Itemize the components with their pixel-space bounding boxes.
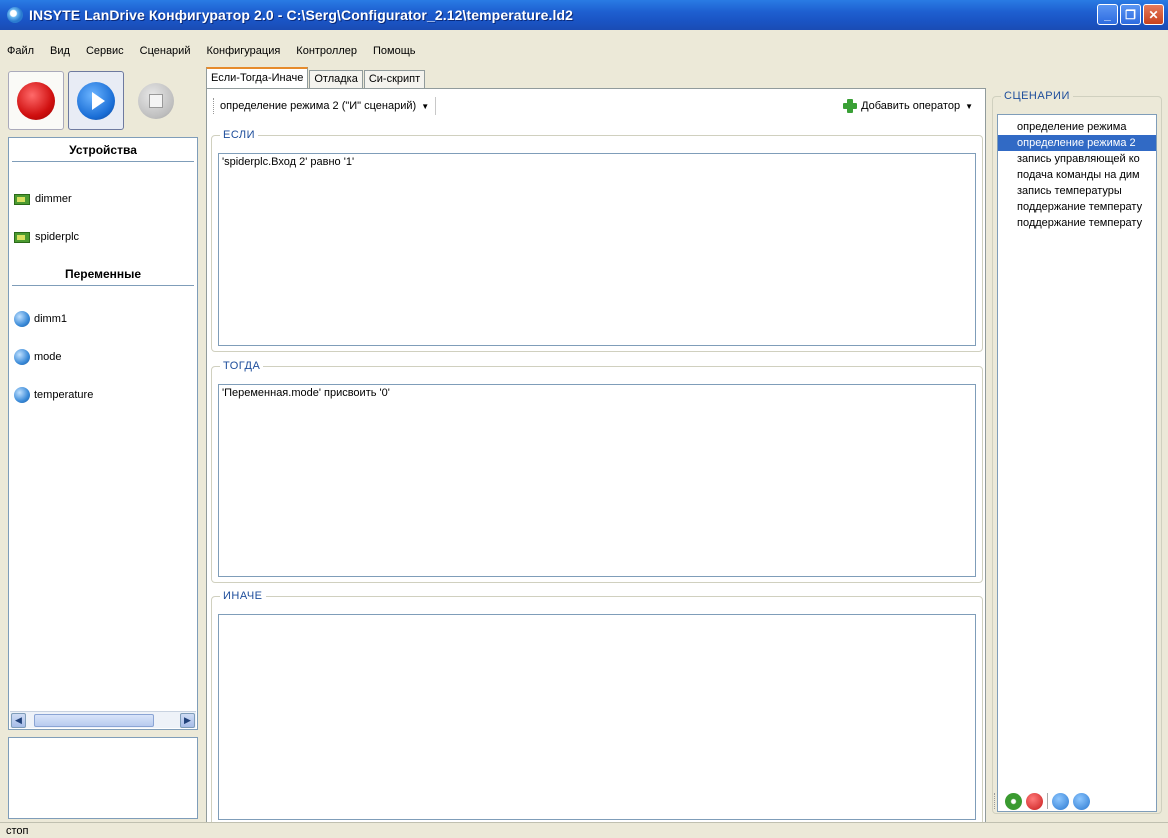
menu-bar: Файл Вид Сервис Сценарий Конфигурация Ко… (0, 41, 432, 61)
tab-c-script[interactable]: Си-скрипт (363, 70, 426, 88)
run-controls (8, 71, 184, 130)
editor-toolbar: определение режима 2 ("И" сценарий) ▼ До… (213, 93, 979, 119)
device-label: spiderplc (35, 231, 80, 243)
menu-file[interactable]: Файл (7, 45, 34, 57)
scenario-item[interactable]: поддержание температу (998, 215, 1156, 231)
scenarios-list: определение режима определение режима 2 … (997, 114, 1157, 812)
then-legend: ТОГДА (223, 360, 261, 372)
variable-label: mode (34, 351, 62, 363)
delete-scenario-icon[interactable] (1026, 792, 1043, 810)
menu-help[interactable]: Помощь (373, 45, 416, 57)
status-text: стоп (6, 825, 29, 837)
editor-panel: определение режима 2 ("И" сценарий) ▼ До… (206, 88, 986, 830)
then-group: ТОГДА 'Переменная.mode' присвоить '0' (211, 360, 983, 583)
add-icon (842, 98, 858, 114)
chevron-down-icon: ▼ (965, 101, 973, 111)
horizontal-scrollbar[interactable]: ◀ ▶ (10, 711, 196, 728)
move-up-icon[interactable] (1052, 792, 1069, 810)
device-icon (14, 231, 30, 243)
else-legend: ИНАЧЕ (223, 590, 263, 602)
menu-scenario[interactable]: Сценарий (140, 45, 191, 57)
variables-title: Переменные (12, 262, 194, 286)
add-operator-button[interactable]: Добавить оператор ▼ (842, 98, 973, 114)
toolbar-grip (213, 98, 215, 114)
toolbar-separator (435, 97, 437, 115)
window-title: INSYTE LanDrive Конфигуратор 2.0 - C:\Se… (29, 7, 574, 23)
menu-controller[interactable]: Контроллер (296, 45, 357, 57)
play-button[interactable] (68, 71, 124, 130)
scenario-item[interactable]: запись управляющей ко (998, 151, 1156, 167)
device-item[interactable]: dimmer (9, 180, 197, 218)
variable-item[interactable]: dimm1 (9, 300, 197, 338)
if-condition-text[interactable]: 'spiderplc.Вход 2' равно '1' (222, 156, 354, 168)
move-down-icon[interactable] (1073, 792, 1090, 810)
minimize-button[interactable]: _ (1097, 4, 1118, 25)
if-condition-box[interactable]: 'spiderplc.Вход 2' равно '1' (218, 153, 976, 346)
scenario-item-selected[interactable]: определение режима 2 (998, 135, 1156, 151)
variable-label: temperature (34, 389, 94, 401)
scenarios-legend: СЦЕНАРИИ (1004, 90, 1070, 102)
properties-box (8, 737, 198, 819)
then-action-box[interactable]: 'Переменная.mode' присвоить '0' (218, 384, 976, 577)
else-group: ИНАЧЕ (211, 590, 983, 826)
device-item[interactable]: spiderplc (9, 218, 197, 256)
toolbar-separator (1047, 793, 1048, 809)
menu-configuration[interactable]: Конфигурация (206, 45, 280, 57)
else-action-box[interactable] (218, 614, 976, 820)
scenario-item[interactable]: подача команды на дим (998, 167, 1156, 183)
scenario-select[interactable]: определение режима 2 ("И" сценарий) (220, 100, 416, 112)
variable-label: dimm1 (34, 313, 68, 325)
window-controls: _ ❐ ✕ (1097, 4, 1164, 25)
add-operator-label: Добавить оператор (861, 100, 961, 112)
scenario-item[interactable]: определение режима (998, 119, 1156, 135)
stop-button[interactable] (128, 71, 184, 130)
app-icon (7, 7, 23, 23)
objects-panel: Устройства dimmer spiderplc Переменные d… (8, 137, 198, 730)
play-icon (77, 81, 115, 120)
device-label: dimmer (35, 193, 72, 205)
record-icon (17, 81, 55, 120)
menu-view[interactable]: Вид (50, 45, 70, 57)
scenario-item[interactable]: запись температуры (998, 183, 1156, 199)
tab-if-then-else[interactable]: Если-Тогда-Иначе (206, 67, 309, 88)
devices-title: Устройства (12, 138, 194, 162)
record-button[interactable] (8, 71, 64, 130)
stop-icon (138, 82, 174, 119)
scenario-item[interactable]: поддержание температу (998, 199, 1156, 215)
if-group: ЕСЛИ 'spiderplc.Вход 2' равно '1' (211, 129, 983, 352)
variable-icon (14, 387, 30, 403)
scenario-toolbar (994, 790, 1090, 812)
tab-debug[interactable]: Отладка (309, 70, 363, 88)
maximize-button[interactable]: ❐ (1120, 4, 1141, 25)
scroll-left-icon[interactable]: ◀ (11, 713, 26, 728)
toolbar-grip (994, 793, 996, 809)
if-legend: ЕСЛИ (223, 129, 256, 141)
status-bar: стоп (0, 822, 1168, 838)
variable-icon (14, 349, 30, 365)
variable-icon (14, 311, 30, 327)
variable-item[interactable]: temperature (9, 376, 197, 414)
scroll-thumb[interactable] (34, 714, 154, 727)
scenarios-group: СЦЕНАРИИ определение режима определение … (992, 90, 1162, 814)
close-button[interactable]: ✕ (1143, 4, 1164, 25)
then-action-text[interactable]: 'Переменная.mode' присвоить '0' (222, 387, 390, 399)
variable-item[interactable]: mode (9, 338, 197, 376)
tab-bar: Если-Тогда-Иначе Отладка Си-скрипт (206, 67, 426, 88)
chevron-down-icon[interactable]: ▼ (421, 102, 429, 111)
scroll-right-icon[interactable]: ▶ (180, 713, 195, 728)
device-icon (14, 193, 30, 205)
menu-service[interactable]: Сервис (86, 45, 124, 57)
title-bar: INSYTE LanDrive Конфигуратор 2.0 - C:\Se… (0, 0, 1168, 30)
add-scenario-icon[interactable] (1005, 792, 1022, 810)
